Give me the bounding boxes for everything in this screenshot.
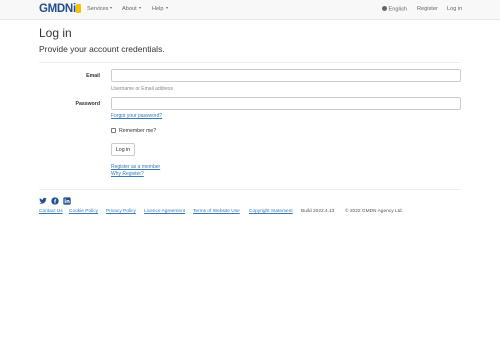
remember-me-label: Remember me?	[119, 128, 157, 134]
chevron-down-icon	[165, 7, 168, 9]
nav-login-label: Log in	[447, 6, 463, 12]
footer-link-terms[interactable]: Terms of Website Use	[193, 209, 240, 214]
nav-help-label: Help	[152, 6, 164, 12]
footer-link-licence[interactable]: Licence Agreement	[144, 209, 185, 214]
nav-register-label: Register	[417, 6, 438, 12]
chevron-down-icon	[138, 7, 141, 9]
footer-link-privacy[interactable]: Privacy Policy	[106, 209, 136, 214]
brand-name: GMDN	[39, 3, 73, 15]
password-label: Password	[75, 101, 100, 107]
chevron-down-icon	[110, 7, 113, 9]
page-subtitle: Provide your account credentials.	[39, 44, 165, 54]
twitter-icon[interactable]	[39, 197, 47, 205]
nav-help-dropdown[interactable]: Help	[152, 6, 168, 12]
remember-me-checkbox[interactable]	[111, 128, 116, 133]
divider	[39, 62, 461, 63]
email-label: Email	[86, 73, 100, 79]
why-register-link[interactable]: Why Register?	[111, 171, 144, 177]
nav-services-label: Services	[87, 6, 109, 12]
nav-login-link[interactable]: Log in	[447, 6, 462, 12]
facebook-icon[interactable]	[51, 197, 59, 205]
email-help-text: Username or Email address	[111, 86, 173, 92]
footer-link-cookie[interactable]: Cookie Policy	[69, 209, 98, 214]
copyright-notice: © 2022 GMDN Agency Ltd.	[345, 209, 403, 214]
nav-language-label: English	[388, 6, 407, 13]
top-navbar: GMDNi Services About Help English Regist…	[0, 0, 500, 20]
nav-services-dropdown[interactable]: Services	[87, 6, 113, 12]
footer-divider	[39, 189, 461, 190]
footer-link-copyright[interactable]: Copyright Statement	[249, 209, 293, 214]
linkedin-icon[interactable]	[63, 197, 71, 205]
forgot-password-link[interactable]: Forgot your password?	[111, 113, 162, 119]
nav-language[interactable]: English	[382, 6, 407, 12]
footer-link-contact[interactable]: Contact Us	[39, 209, 63, 214]
email-field[interactable]	[111, 69, 461, 82]
brand-accent-mark	[75, 4, 81, 13]
page-title: Log in	[39, 26, 72, 40]
brand-logo[interactable]: GMDNi	[39, 3, 81, 15]
nav-about-dropdown[interactable]: About	[122, 6, 141, 12]
nav-register-link[interactable]: Register	[417, 6, 438, 12]
login-submit-button[interactable]: Log in	[111, 143, 135, 156]
build-version: Build 2022.4.13	[301, 209, 335, 214]
globe-icon	[382, 6, 387, 11]
password-field[interactable]	[111, 97, 461, 110]
nav-about-label: About	[122, 6, 137, 12]
register-member-link[interactable]: Register as a member	[111, 164, 160, 170]
